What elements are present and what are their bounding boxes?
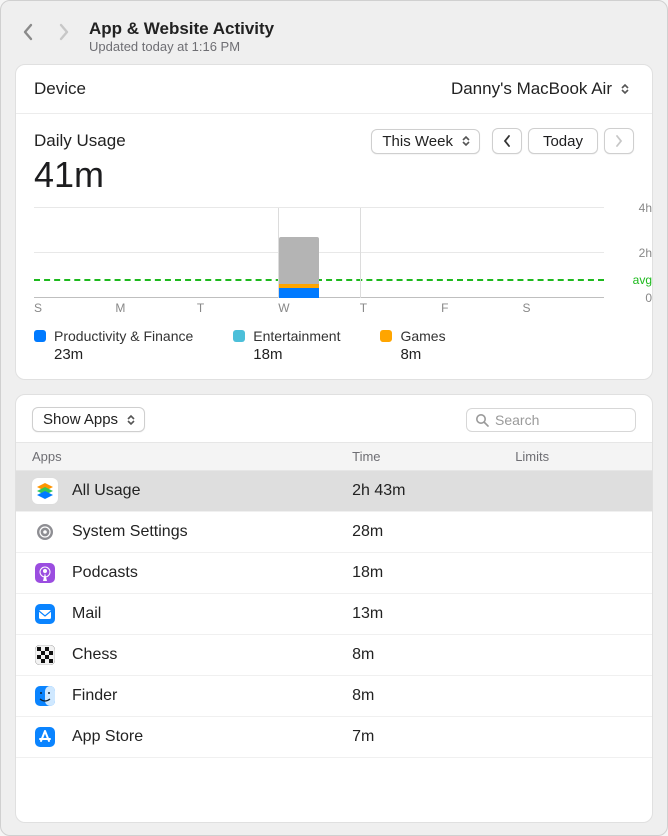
app-time: 8m bbox=[352, 687, 515, 705]
apps-panel: Show Apps Apps Time Limits All Usage2h 4… bbox=[15, 394, 653, 823]
table-row[interactable]: Chess8m bbox=[16, 635, 652, 676]
back-button[interactable] bbox=[21, 21, 35, 43]
app-time: 7m bbox=[352, 728, 515, 746]
app-time: 28m bbox=[352, 523, 515, 541]
search-icon bbox=[475, 413, 489, 427]
swatch-icon bbox=[233, 330, 245, 342]
screen-time-activity-window: App & Website Activity Updated today at … bbox=[0, 0, 668, 836]
legend-item-productivity: Productivity & Finance 23m bbox=[34, 328, 193, 363]
app-time: 18m bbox=[352, 564, 515, 582]
table-row[interactable]: Podcasts18m bbox=[16, 553, 652, 594]
app-name: App Store bbox=[72, 728, 352, 746]
forward-button[interactable] bbox=[57, 21, 71, 43]
page-subtitle: Updated today at 1:16 PM bbox=[89, 39, 274, 54]
usage-panel: Device Danny's MacBook Air Daily Usage T… bbox=[15, 64, 653, 380]
page-title: App & Website Activity bbox=[89, 19, 274, 39]
y-tick: 2h bbox=[639, 246, 652, 260]
table-row[interactable]: Mail13m bbox=[16, 594, 652, 635]
table-row[interactable]: App Store7m bbox=[16, 717, 652, 758]
device-select[interactable]: Danny's MacBook Air bbox=[451, 79, 634, 99]
device-label: Device bbox=[34, 79, 86, 99]
swatch-icon bbox=[380, 330, 392, 342]
app-icon bbox=[32, 560, 58, 586]
app-name: All Usage bbox=[72, 482, 352, 500]
updown-icon bbox=[620, 83, 630, 95]
search-field[interactable] bbox=[466, 408, 636, 432]
next-day-button[interactable] bbox=[604, 128, 634, 154]
table-row[interactable]: System Settings28m bbox=[16, 512, 652, 553]
today-button[interactable]: Today bbox=[528, 128, 598, 154]
app-name: Chess bbox=[72, 646, 352, 664]
x-axis-labels: S M T W T F S bbox=[34, 298, 604, 315]
app-icon bbox=[32, 642, 58, 668]
usage-chart: 4h 2h avg 0 S M T W T F S bbox=[16, 200, 652, 320]
app-name: Mail bbox=[72, 605, 352, 623]
col-apps[interactable]: Apps bbox=[32, 449, 352, 464]
app-icon bbox=[32, 519, 58, 545]
avg-label: avg bbox=[633, 273, 652, 287]
updown-icon bbox=[461, 135, 471, 147]
y-tick: 0 bbox=[645, 291, 652, 305]
chart-legend: Productivity & Finance 23m Entertainment… bbox=[16, 320, 652, 379]
search-input[interactable] bbox=[495, 412, 627, 428]
app-icon bbox=[32, 478, 58, 504]
titlebar: App & Website Activity Updated today at … bbox=[15, 13, 653, 64]
show-apps-select[interactable]: Show Apps bbox=[32, 407, 145, 432]
app-name: Finder bbox=[72, 687, 352, 705]
total-usage-time: 41m bbox=[16, 154, 652, 200]
y-tick: 4h bbox=[639, 201, 652, 215]
prev-day-button[interactable] bbox=[492, 128, 522, 154]
legend-item-entertainment: Entertainment 18m bbox=[233, 328, 340, 363]
daily-usage-label: Daily Usage bbox=[34, 131, 126, 151]
col-limits[interactable]: Limits bbox=[515, 449, 636, 464]
app-icon bbox=[32, 683, 58, 709]
app-name: Podcasts bbox=[72, 564, 352, 582]
app-icon bbox=[32, 601, 58, 627]
legend-item-games: Games 8m bbox=[380, 328, 445, 363]
range-value: This Week bbox=[382, 133, 453, 150]
col-time[interactable]: Time bbox=[352, 449, 515, 464]
updown-icon bbox=[126, 414, 136, 426]
apps-table-body: All Usage2h 43mSystem Settings28mPodcast… bbox=[16, 471, 652, 822]
app-name: System Settings bbox=[72, 523, 352, 541]
app-time: 13m bbox=[352, 605, 515, 623]
bar-wednesday bbox=[279, 237, 319, 298]
swatch-icon bbox=[34, 330, 46, 342]
table-row[interactable]: All Usage2h 43m bbox=[16, 471, 652, 512]
apps-table-header: Apps Time Limits bbox=[16, 442, 652, 471]
range-select[interactable]: This Week bbox=[371, 129, 480, 154]
table-row[interactable]: Finder8m bbox=[16, 676, 652, 717]
app-time: 8m bbox=[352, 646, 515, 664]
app-icon bbox=[32, 724, 58, 750]
app-time: 2h 43m bbox=[352, 482, 515, 500]
device-value: Danny's MacBook Air bbox=[451, 79, 612, 99]
